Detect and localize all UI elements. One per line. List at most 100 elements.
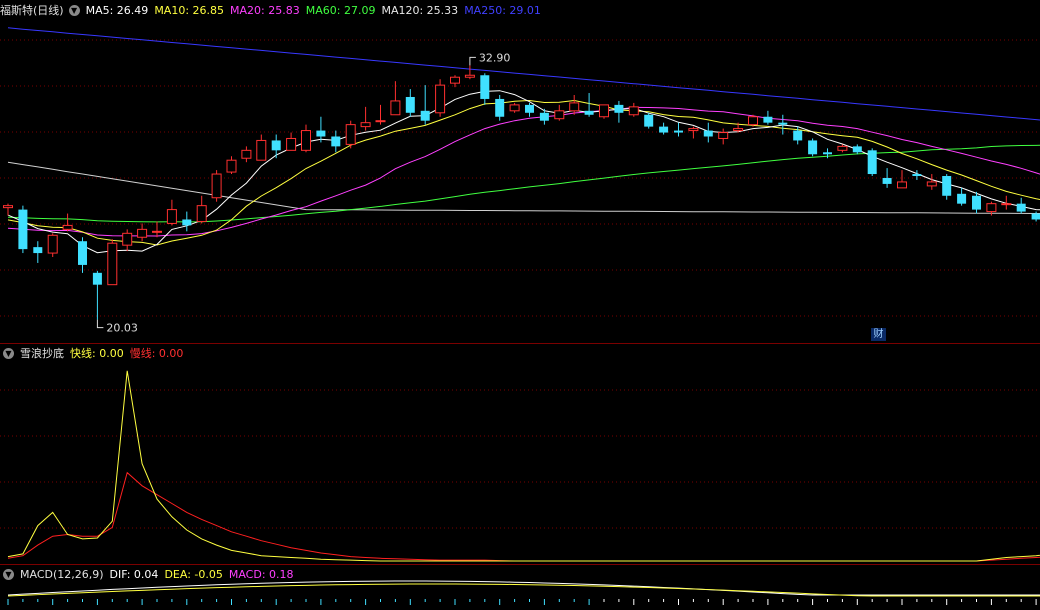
candle-body bbox=[808, 140, 818, 155]
candle bbox=[584, 93, 594, 117]
candle bbox=[464, 65, 475, 80]
candle-body bbox=[166, 209, 177, 224]
candle bbox=[241, 146, 252, 163]
indicator-fast-label: 快线: 0.00 bbox=[70, 347, 124, 360]
candle-body bbox=[405, 96, 415, 113]
ma60-label: MA60: 27.09 bbox=[305, 3, 376, 17]
low-price-label: 20.03 bbox=[106, 322, 137, 335]
candle-body bbox=[926, 181, 937, 187]
candle bbox=[47, 233, 58, 258]
candle bbox=[316, 116, 326, 143]
candle-body bbox=[628, 106, 639, 116]
candle bbox=[926, 174, 937, 190]
candle-body bbox=[420, 110, 430, 121]
candle-body bbox=[614, 104, 624, 113]
candle-body bbox=[480, 75, 490, 99]
candle-body bbox=[957, 193, 967, 204]
indicator-chart[interactable] bbox=[0, 344, 1040, 564]
candle-body bbox=[47, 234, 58, 254]
candle-body bbox=[703, 130, 713, 137]
candle-body bbox=[241, 149, 252, 159]
candle bbox=[509, 102, 520, 113]
candle-body bbox=[659, 126, 669, 133]
ma250-label: MA250: 29.01 bbox=[464, 3, 541, 17]
candle bbox=[420, 85, 430, 125]
candle bbox=[495, 95, 505, 121]
candle-body bbox=[345, 124, 356, 145]
candle-body bbox=[62, 224, 73, 230]
candle bbox=[137, 223, 148, 242]
candle bbox=[942, 174, 952, 200]
candle-body bbox=[852, 146, 862, 153]
candle bbox=[748, 114, 758, 127]
indicator-slow-label: 慢线: 0.00 bbox=[129, 347, 184, 360]
candle-body bbox=[450, 76, 460, 84]
candle bbox=[226, 156, 237, 175]
candle-body bbox=[763, 116, 773, 123]
chevron-down-icon[interactable]: ▼ bbox=[3, 568, 14, 580]
candle bbox=[867, 148, 877, 177]
candle-body bbox=[1031, 213, 1040, 220]
candle bbox=[360, 106, 371, 131]
candle bbox=[211, 170, 222, 202]
candle-body bbox=[674, 130, 683, 133]
candle-body bbox=[3, 205, 13, 209]
candle-body bbox=[718, 132, 729, 139]
candle-body bbox=[972, 195, 981, 210]
candle bbox=[375, 104, 386, 125]
ma20-line bbox=[7, 106, 1040, 237]
candle-body bbox=[912, 174, 922, 177]
candle-body bbox=[897, 181, 907, 189]
candle-body bbox=[78, 241, 87, 265]
candle-body bbox=[375, 120, 386, 123]
candle-body bbox=[867, 150, 877, 175]
candle bbox=[166, 199, 177, 226]
candle bbox=[688, 126, 699, 139]
candle bbox=[435, 79, 446, 117]
candle-body bbox=[882, 177, 892, 184]
ma250-line bbox=[7, 27, 1040, 121]
macd-panel[interactable]: ▼ MACD(12,26,9) DIF: 0.04 DEA: -0.05 MAC… bbox=[0, 565, 1040, 610]
candle bbox=[480, 73, 490, 105]
candle bbox=[659, 122, 669, 135]
candle-body bbox=[286, 137, 297, 151]
candle-body bbox=[122, 232, 133, 246]
macd-dea: DEA: -0.05 bbox=[164, 567, 223, 581]
chevron-down-icon[interactable]: ▼ bbox=[68, 4, 80, 16]
price-chart[interactable]: 32.90 20.03 bbox=[0, 0, 1040, 343]
price-panel[interactable]: 福斯特(日线) ▼ MA5: 26.49 MA10: 26.85 MA20: 2… bbox=[0, 0, 1040, 343]
dif-line bbox=[7, 580, 1040, 596]
candle bbox=[92, 270, 102, 320]
financial-report-tag[interactable]: 财 bbox=[871, 328, 886, 341]
candle-body bbox=[18, 209, 28, 250]
ma10-label: MA10: 26.85 bbox=[154, 3, 225, 17]
candle-body bbox=[256, 139, 267, 161]
candle bbox=[703, 122, 713, 143]
candle bbox=[554, 104, 565, 121]
candle bbox=[614, 100, 624, 123]
candle-body bbox=[986, 203, 997, 213]
fast-line bbox=[7, 370, 1040, 562]
candle-body bbox=[464, 74, 475, 78]
candle bbox=[808, 138, 818, 157]
candle bbox=[599, 104, 609, 119]
candle bbox=[450, 75, 460, 88]
candle bbox=[331, 130, 341, 153]
candle bbox=[107, 239, 118, 286]
ma20-label: MA20: 25.83 bbox=[230, 3, 300, 17]
candle-body bbox=[152, 230, 162, 233]
candle bbox=[882, 168, 892, 188]
candle bbox=[778, 114, 788, 135]
candle bbox=[3, 203, 13, 216]
indicator-legend: ▼ 雪浪抄底 快线: 0.00 慢线: 0.00 bbox=[0, 344, 189, 362]
candle-body bbox=[211, 173, 222, 199]
slow-line bbox=[7, 471, 1040, 562]
high-price-label: 32.90 bbox=[479, 51, 511, 64]
candle-body bbox=[569, 102, 580, 112]
candle-body bbox=[539, 112, 549, 121]
candle-body bbox=[301, 130, 311, 151]
indicator-panel[interactable]: ▼ 雪浪抄底 快线: 0.00 慢线: 0.00 bbox=[0, 344, 1040, 564]
candle bbox=[18, 205, 28, 254]
chevron-down-icon[interactable]: ▼ bbox=[3, 347, 14, 359]
candle-body bbox=[271, 140, 281, 151]
